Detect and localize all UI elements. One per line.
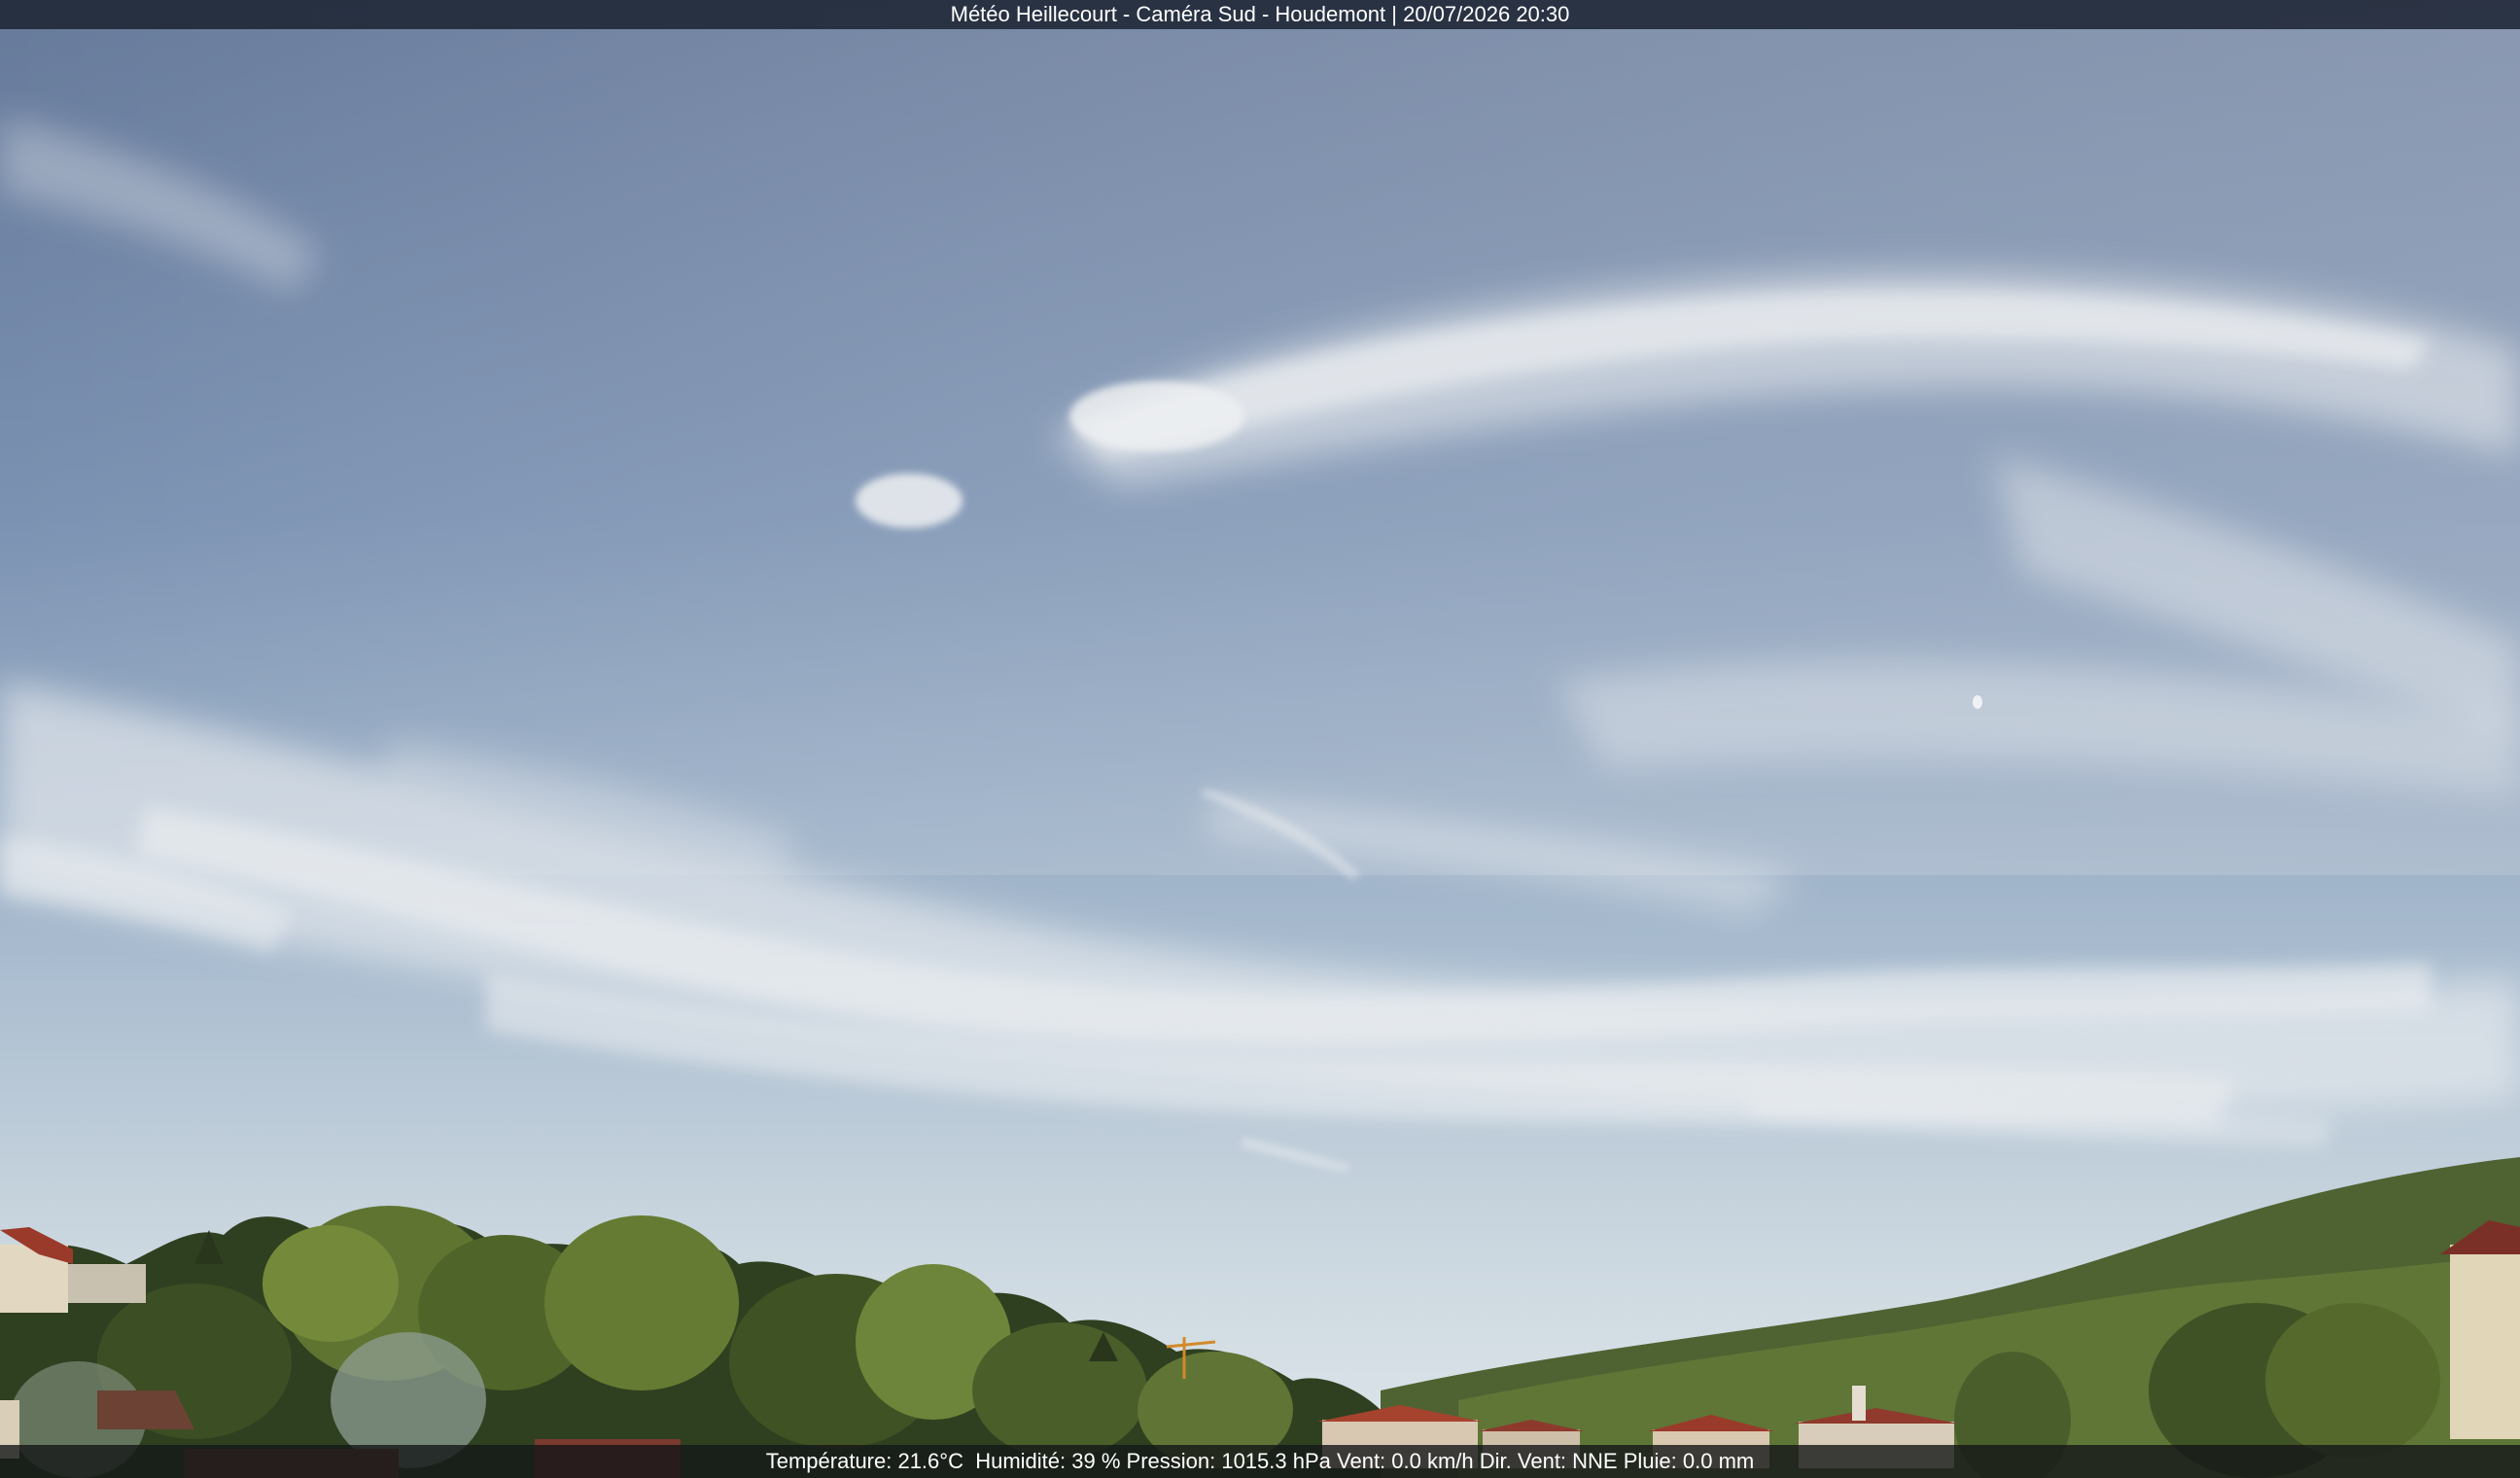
weather-status-bar: Température: 21.6°C Humidité: 39 % Press… [0,1445,2520,1478]
rain-readout: Pluie: 0.0 mm [1623,1449,1755,1473]
webcam-scene [0,0,2520,1478]
wind-speed-readout: Vent: 0.0 km/h [1337,1449,1474,1473]
camera-title-bar: Météo Heillecourt - Caméra Sud - Houdemo… [0,0,2520,29]
humidity-readout: Humidité: 39 % [975,1449,1121,1473]
camera-title: Météo Heillecourt - Caméra Sud - Houdemo… [950,2,1570,26]
moon [1973,695,1982,709]
temperature-readout: Température: 21.6°C [765,1449,963,1473]
wind-direction-readout: Dir. Vent: NNE [1479,1449,1618,1473]
pressure-readout: Pression: 1015.3 hPa [1126,1449,1331,1473]
